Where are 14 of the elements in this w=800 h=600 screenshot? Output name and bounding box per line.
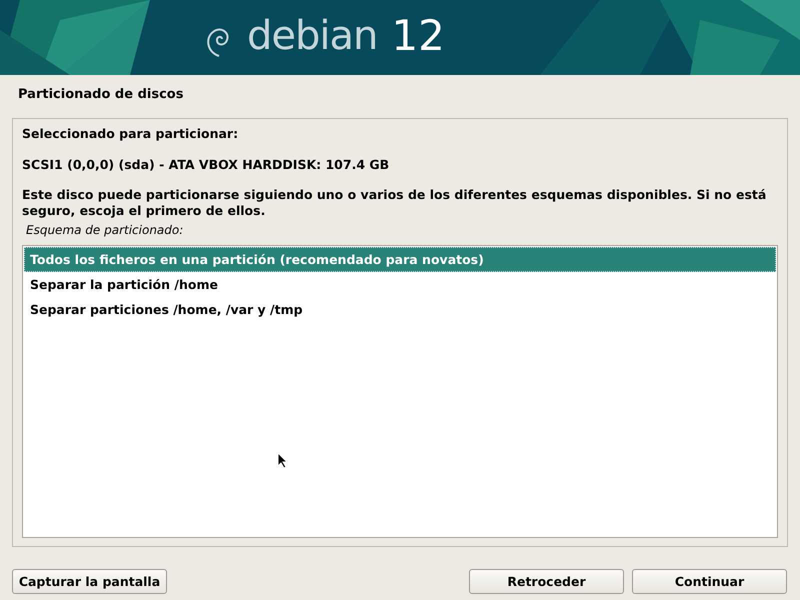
screenshot-button[interactable]: Capturar la pantalla	[12, 569, 167, 594]
list-item[interactable]: Todos los ficheros en una partición (recomendado para novatos)	[24, 247, 776, 272]
list-item[interactable]: Separar la partición /home	[24, 272, 776, 297]
list-item[interactable]: Separar particiones /home, /var y /tmp	[24, 297, 776, 322]
disk-name: SCSI1 (0,0,0) (sda) - ATA VBOX HARDDISK: 107.4 GB	[22, 157, 390, 173]
page-title: Particionado de discos	[17, 86, 184, 104]
back-button[interactable]: Retroceder	[469, 569, 624, 594]
cursor-icon	[277, 452, 288, 469]
list-label: Esquema de particionado:	[26, 223, 184, 237]
description-text: Este disco puede particionarse siguiendo uno o varios de los diferentes esquemas disponibles. Si no está seguro, escoja el primero de ellos.	[22, 187, 768, 219]
section-label: Seleccionado para particionar:	[22, 126, 240, 142]
brand-name: debian	[247, 12, 378, 60]
continue-button[interactable]: Continuar	[632, 569, 787, 594]
version-number: 12	[391, 12, 445, 60]
